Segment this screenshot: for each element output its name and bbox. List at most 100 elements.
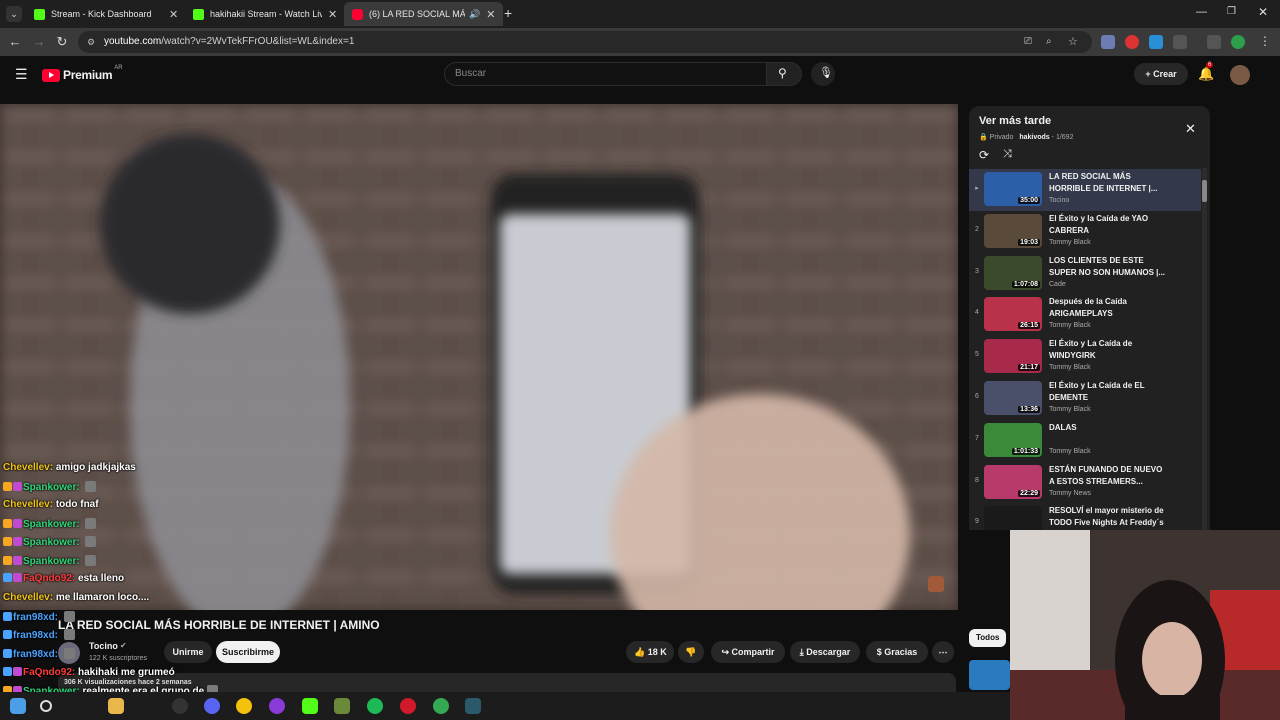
chat-badge-icon [13,537,22,546]
create-button[interactable]: + Crear [1134,63,1188,85]
like-button[interactable]: 👍 18 K [626,641,674,663]
speaker-icon[interactable]: 🔊 [469,9,480,20]
playlist-title: Ver más tarde [979,115,1052,127]
playlist-item[interactable]: 4 26:15 Después de la Caída ARIGAMEPLAYS To… [969,294,1201,336]
download-button[interactable]: ⤓ Descargar [790,641,860,663]
playlist-item[interactable]: 6 13:36 El Éxito y La Caída de EL DEMENTE T… [969,378,1201,420]
playlist-item[interactable]: ▸ 35:00 LA RED SOCIAL MÁS HORRIBLE DE INTE… [969,169,1201,211]
bookmark-star-icon[interactable]: ☆ [1068,31,1078,53]
playlist-item-title[interactable]: El Éxito y La Caída de WINDYGIRK [1049,338,1169,362]
playlist-item-thumbnail[interactable]: 19:03 [984,213,1042,248]
channel-name[interactable]: Tocino [89,641,118,651]
playlist-item-thumbnail[interactable]: 35:00 [984,172,1042,206]
tab-youtube[interactable]: (6) LA RED SOCIAL MÁS HO 🔊 ✕ [344,2,504,26]
close-icon[interactable]: ✕ [328,8,337,21]
forward-button[interactable]: → [31,34,47,50]
discord-icon[interactable] [204,698,220,714]
minimize-button[interactable]: — [1196,6,1207,18]
video-player[interactable] [0,104,958,610]
file-explorer-icon[interactable] [108,698,124,714]
reload-button[interactable]: ↻ [54,34,70,50]
profile-avatar[interactable] [1231,35,1245,49]
shuffle-icon[interactable]: ⤨ [1003,148,1012,161]
close-icon[interactable]: ✕ [1185,121,1196,137]
extension-icon[interactable] [1125,35,1139,49]
playlist-item-thumbnail[interactable]: 26:15 [984,297,1042,332]
playlist-item[interactable]: 2 19:03 El Éxito y la Caída de YAO CABRERA… [969,211,1201,253]
opera-icon[interactable] [400,698,416,714]
cast-icon[interactable]: ⎚ [1024,31,1032,53]
playlist-item-index: 3 [975,267,979,275]
share-button[interactable]: ↪ Compartir [711,641,785,663]
close-icon[interactable]: ✕ [486,8,495,21]
account-avatar[interactable] [1230,65,1250,85]
thanks-button[interactable]: $ Gracias [866,641,928,663]
playlist-item-title[interactable]: LOS CLIENTES DE ESTE SUPER NO SON HUMANO… [1049,255,1169,279]
loop-icon[interactable]: ⟳ [979,148,989,162]
tab-kick-stream[interactable]: hakihakii Stream - Watch Live o ✕ [185,2,345,26]
menu-icon[interactable]: ☰ [15,66,28,83]
obs-icon[interactable] [172,698,188,714]
playlist-item-thumbnail[interactable]: 9:01 [984,506,1042,530]
plus-icon: + [1145,69,1154,79]
tab-kick-dashboard[interactable]: Stream - Kick Dashboard ✕ [26,2,186,26]
dislike-button[interactable]: 👎 [678,641,704,663]
puzzle-icon[interactable] [1173,35,1187,49]
new-tab-button[interactable]: + [504,5,512,21]
subscribe-button[interactable]: Suscribirme [216,641,280,663]
playlist-item-thumbnail[interactable]: 1:01:33 [984,422,1042,457]
webcam-overlay [1010,530,1280,720]
reading-list-icon[interactable] [1207,35,1221,49]
close-icon[interactable]: ✕ [169,8,178,21]
tab-list-button[interactable]: ⌄ [6,6,22,22]
more-actions-button[interactable]: ⋯ [932,641,954,663]
back-button[interactable]: ← [7,34,23,50]
recommended-thumb[interactable] [969,660,1010,690]
playlist-item-title[interactable]: Después de la Caída ARIGAMEPLAYS [1049,296,1169,320]
playlist-item[interactable]: 7 1:01:33 DALAS Tommy Black [969,420,1201,462]
join-button[interactable]: Unirme [164,641,212,663]
spotify-icon[interactable] [367,698,383,714]
kick-icon[interactable] [302,698,318,714]
voice-search-button[interactable]: 🎙 [811,62,835,86]
close-window-button[interactable]: ✕ [1258,5,1268,19]
url-bar[interactable]: ⚙ youtube.com/watch?v=2WvTekFFrOU&list=W… [78,31,1092,53]
scrollbar[interactable] [1202,168,1207,530]
playlist-item-thumbnail[interactable]: 21:17 [984,339,1042,374]
playlist-item-title[interactable]: DALAS [1049,422,1169,434]
playlist-item-title[interactable]: ESTÁN FUNANDO DE NUEVO A ESTOS STREAMERS… [1049,464,1169,488]
site-info-icon[interactable]: ⚙ [87,31,95,53]
restore-button[interactable]: ❐ [1227,6,1236,17]
app-icon[interactable] [465,698,481,714]
playlist-item-thumbnail[interactable]: 22:29 [984,464,1042,499]
search-icon[interactable] [40,700,52,712]
playlist-item-thumbnail[interactable]: 13:36 [984,381,1042,415]
extension-icon[interactable] [1149,35,1163,49]
start-icon[interactable] [10,698,26,714]
scrollbar-thumb[interactable] [1202,180,1207,202]
canva-icon[interactable] [269,698,285,714]
search-input[interactable]: Buscar [444,62,768,86]
more-menu-icon[interactable]: ⋮ [1259,34,1271,48]
extension-icon[interactable] [1101,35,1115,49]
playlist-item[interactable]: 9 9:01 RESOLVÍ el mayor misterio de TODO F… [969,503,1201,530]
zoom-icon[interactable]: ⌕ [1046,31,1052,53]
playlist-item[interactable]: 8 22:29 ESTÁN FUNANDO DE NUEVO A ESTOS STR… [969,462,1201,504]
minecraft-icon[interactable] [334,698,350,714]
filter-chip-all[interactable]: Todos [969,629,1007,647]
playlist-item[interactable]: 3 1:07:08 LOS CLIENTES DE ESTE SUPER NO SO… [969,253,1201,295]
playlist-item-title[interactable]: RESOLVÍ el mayor misterio de TODO Five N… [1049,505,1169,529]
chrome-icon[interactable] [433,698,449,714]
playlist-item-title[interactable]: LA RED SOCIAL MÁS HORRIBLE DE INTERNET |… [1049,171,1169,195]
search-button[interactable]: ⚲ [766,62,802,86]
playlist-item-thumbnail[interactable]: 1:07:08 [984,255,1042,290]
playlist-item[interactable]: 5 21:17 El Éxito y La Caída de WINDYGIRK To… [969,336,1201,378]
youtube-play-icon [42,68,60,82]
notifications-button[interactable]: 🔔 6 [1198,62,1214,82]
kick-icon [34,8,45,20]
chrome-icon[interactable] [236,698,252,714]
playlist-item-title[interactable]: El Éxito y La Caída de EL DEMENTE [1049,380,1169,404]
playlist-owner[interactable]: hakivods [1019,134,1049,141]
youtube-logo[interactable]: Premium AR [42,65,123,82]
playlist-item-title[interactable]: El Éxito y la Caída de YAO CABRERA [1049,213,1169,237]
